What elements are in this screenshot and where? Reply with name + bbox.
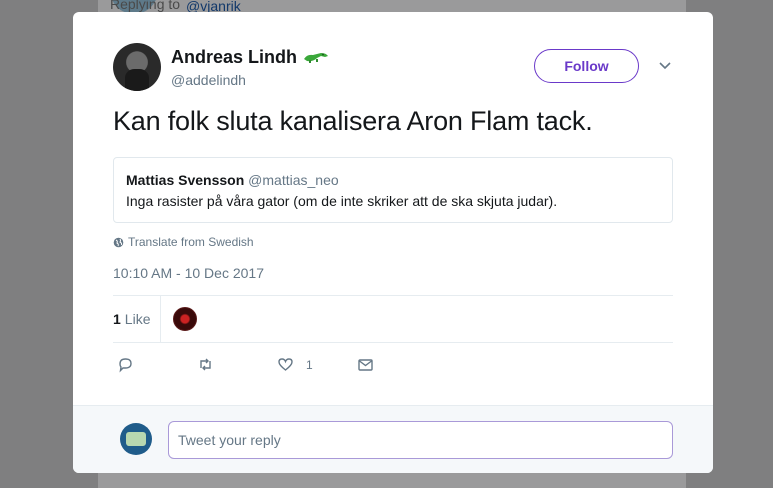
author-display-name[interactable]: Andreas Lindh xyxy=(171,47,329,68)
heart-icon xyxy=(278,358,293,371)
divider xyxy=(113,295,673,296)
author-handle[interactable]: @addelindh xyxy=(171,72,329,88)
quoted-author-name: Mattias Svensson xyxy=(126,172,245,188)
quoted-author-handle: @mattias_neo xyxy=(248,172,339,188)
tweet-timestamp[interactable]: 10:10 AM - 10 Dec 2017 xyxy=(113,265,264,281)
author-names: Andreas Lindh @addelindh xyxy=(171,47,329,88)
translate-link[interactable]: Translate from Swedish xyxy=(113,235,254,249)
reply-icon xyxy=(119,358,132,373)
current-user-avatar xyxy=(120,423,152,455)
tweet-reply-input[interactable] xyxy=(168,421,673,459)
reply-composer xyxy=(73,405,713,473)
likes-count: 1 xyxy=(113,311,121,327)
reply-button[interactable] xyxy=(117,356,197,373)
tweet-actions: 1 xyxy=(117,356,437,373)
tweet-header: Andreas Lindh @addelindh xyxy=(113,43,329,91)
retweet-icon xyxy=(200,358,211,371)
envelope-icon xyxy=(358,359,373,371)
chevron-down-icon[interactable] xyxy=(658,60,672,72)
retweet-button[interactable] xyxy=(197,356,277,373)
liker-avatar[interactable] xyxy=(173,307,197,331)
direct-message-button[interactable] xyxy=(357,356,437,373)
author-avatar[interactable] xyxy=(113,43,161,91)
translate-label: Translate from Swedish xyxy=(128,235,254,249)
tweet-text: Kan folk sluta kanalisera Aron Flam tack… xyxy=(113,106,593,136)
crocodile-emoji-icon xyxy=(304,53,329,63)
quoted-tweet-header: Mattias Svensson @mattias_neo xyxy=(126,172,660,188)
tweet-modal: Andreas Lindh @addelindh Follow Kan folk… xyxy=(73,12,713,473)
author-name-text: Andreas Lindh xyxy=(171,46,298,67)
tweet-stats: 1 Like xyxy=(113,296,197,342)
like-count: 1 xyxy=(306,357,313,372)
like-button[interactable]: 1 xyxy=(277,356,357,373)
replying-to-label: Replying to xyxy=(110,0,181,12)
globe-icon xyxy=(113,237,124,247)
follow-button[interactable]: Follow xyxy=(534,49,639,83)
likes-stat[interactable]: 1 Like xyxy=(113,296,161,342)
quoted-tweet[interactable]: Mattias Svensson @mattias_neo Inga rasis… xyxy=(113,157,673,223)
divider xyxy=(113,342,673,343)
quoted-tweet-text: Inga rasister på våra gator (om de inte … xyxy=(126,193,558,209)
likes-label: Like xyxy=(124,311,151,327)
